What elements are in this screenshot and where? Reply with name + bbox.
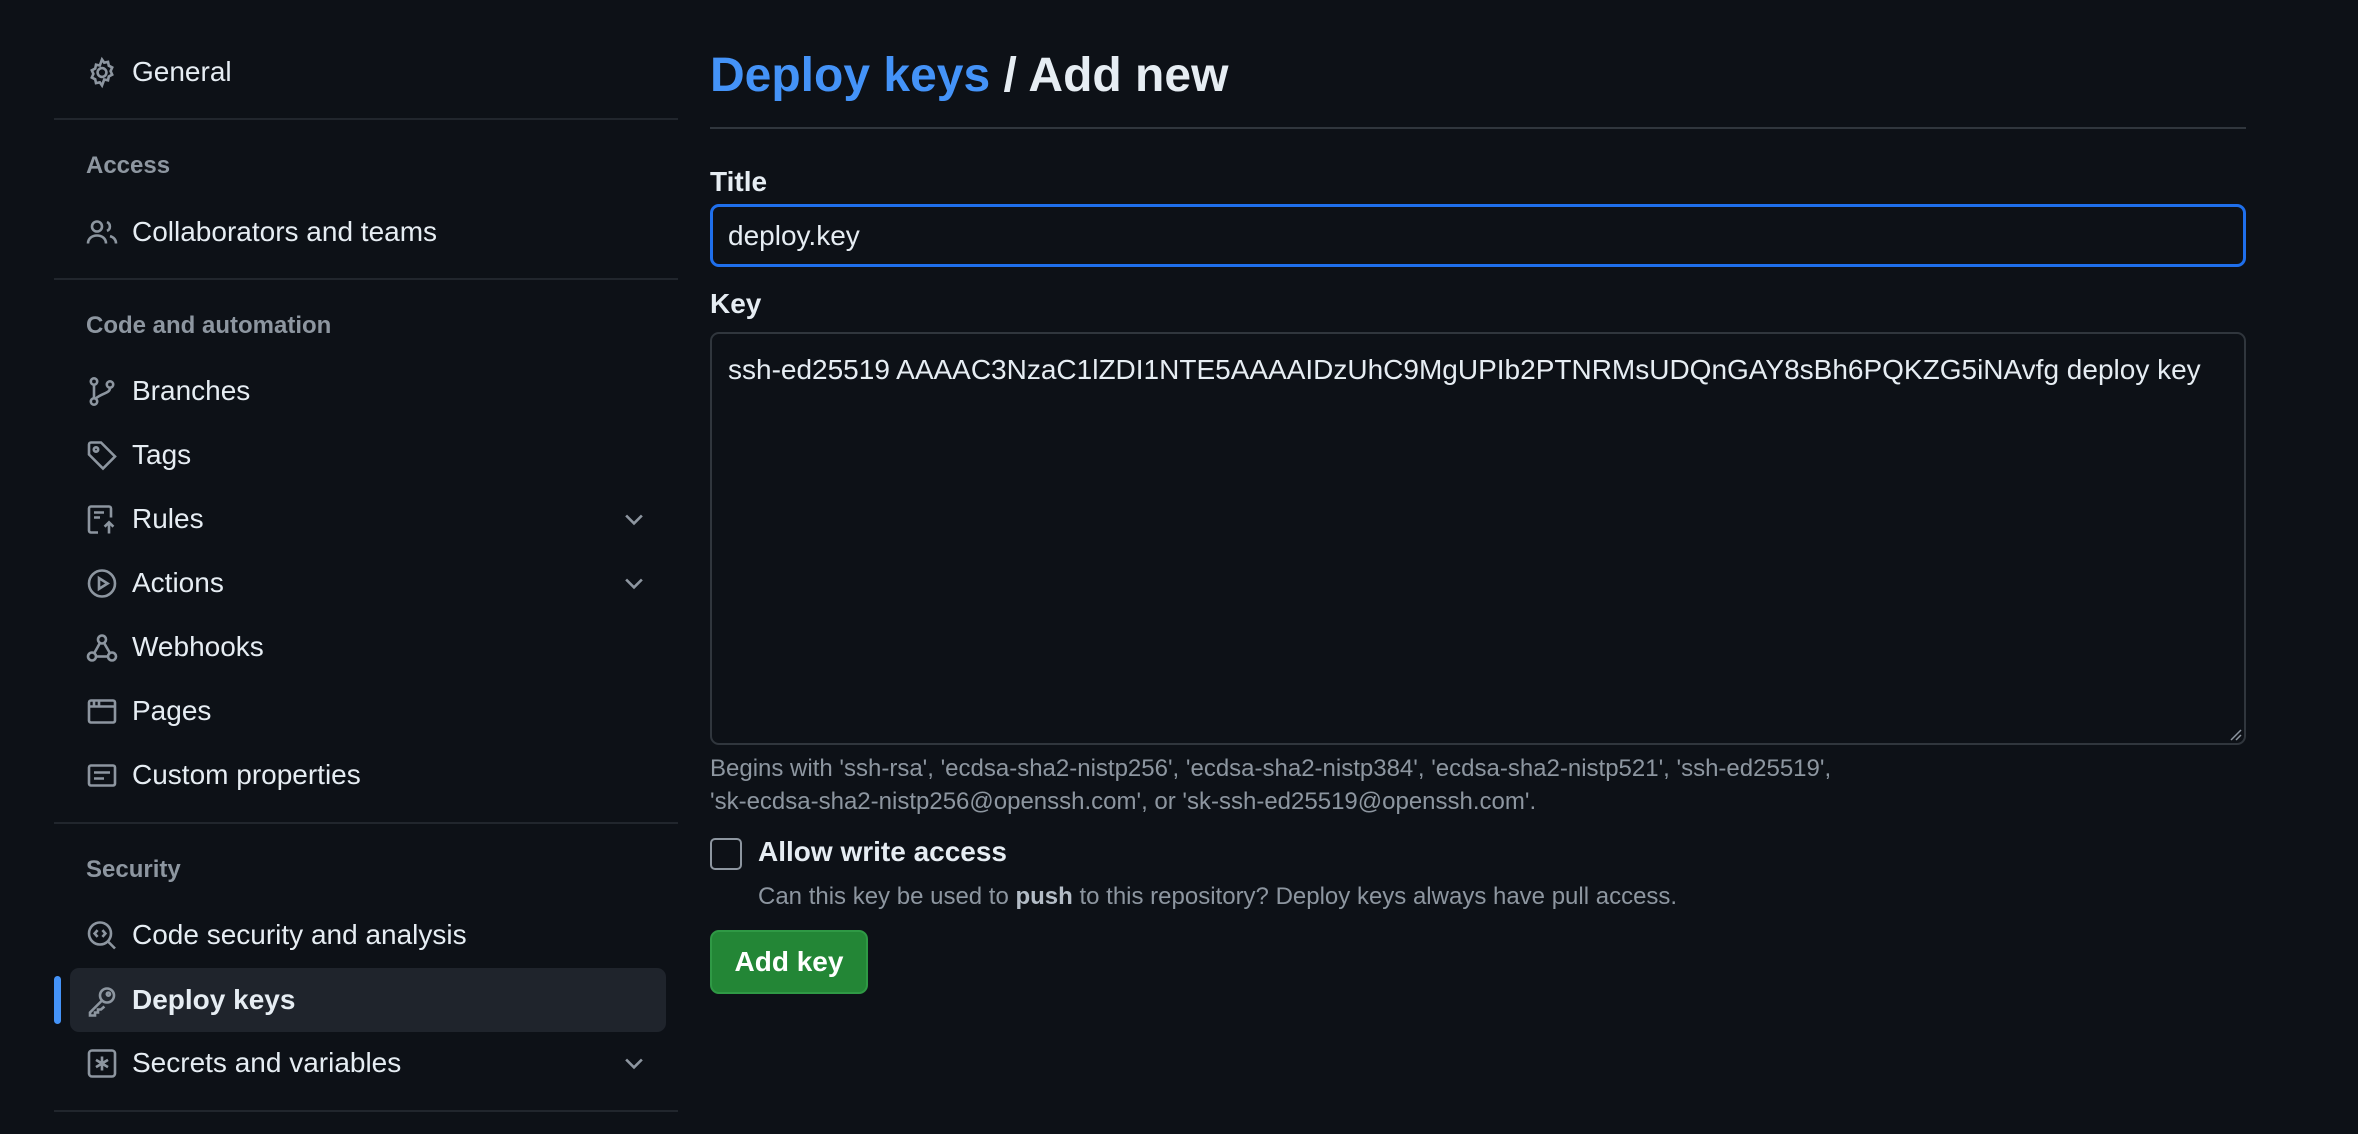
- selected-indicator: [54, 976, 61, 1024]
- main-content: Deploy keys / Add new Title Key ssh-ed25…: [710, 0, 2246, 1134]
- sidebar-item-branches[interactable]: Branches: [70, 359, 666, 423]
- browser-icon: [70, 695, 118, 727]
- page-title: Deploy keys / Add new: [710, 46, 1228, 106]
- play-icon: [70, 567, 118, 599]
- title-input[interactable]: [710, 204, 2246, 267]
- title-field-label: Title: [710, 166, 768, 197]
- write-access-desc-post: to this repository? Deploy keys always h…: [1072, 883, 1678, 910]
- rules-icon: [70, 503, 118, 535]
- section-heading-security: Security: [86, 856, 181, 883]
- asterisk-icon: [70, 1047, 118, 1079]
- tag-icon: [70, 439, 118, 471]
- sidebar-item-pages[interactable]: Pages: [70, 679, 666, 743]
- sidebar-item-label: Secrets and variables: [132, 1047, 402, 1078]
- settings-sidebar: General Access Collaborators and teams C…: [54, 0, 678, 1134]
- sidebar-item-secrets-variables[interactable]: Secrets and variables: [70, 1031, 666, 1095]
- add-key-button[interactable]: Add key: [710, 930, 868, 994]
- chevron-down-icon[interactable]: [620, 569, 648, 597]
- sidebar-item-actions[interactable]: Actions: [70, 551, 666, 615]
- allow-write-access-label[interactable]: Allow write access: [758, 836, 1007, 868]
- note-icon: [70, 759, 118, 791]
- key-help-text: Begins with 'ssh-rsa', 'ecdsa-sha2-nistp…: [710, 752, 2246, 818]
- section-heading-access: Access: [86, 152, 171, 179]
- write-access-desc-bold: push: [1015, 883, 1073, 910]
- sidebar-divider: [54, 1110, 678, 1112]
- sidebar-item-code-security[interactable]: Code security and analysis: [70, 903, 666, 967]
- title-divider: [710, 127, 2246, 129]
- allow-write-access-description: Can this key be used to push to this rep…: [758, 883, 1677, 911]
- sidebar-divider: [54, 118, 678, 120]
- key-help-line-1: Begins with 'ssh-rsa', 'ecdsa-sha2-nistp…: [710, 755, 1832, 782]
- people-icon: [70, 216, 118, 248]
- sidebar-item-label: General: [132, 56, 232, 87]
- sidebar-item-webhooks[interactable]: Webhooks: [70, 615, 666, 679]
- breadcrumb-deploy-keys-link[interactable]: Deploy keys: [710, 49, 990, 102]
- sidebar-item-label: Actions: [132, 567, 224, 598]
- sidebar-item-label: Rules: [132, 503, 204, 534]
- sidebar-item-label: Tags: [132, 439, 192, 470]
- key-textarea[interactable]: ssh-ed25519 AAAAC3NzaC1lZDI1NTE5AAAAIDzU…: [710, 332, 2246, 745]
- key-icon: [70, 984, 118, 1017]
- sidebar-item-rules[interactable]: Rules: [70, 487, 666, 551]
- key-help-line-2: 'sk-ecdsa-sha2-nistp256@openssh.com', or…: [710, 788, 1537, 815]
- section-heading-code-automation: Code and automation: [86, 312, 332, 339]
- write-access-desc-pre: Can this key be used to: [758, 883, 1016, 910]
- sidebar-item-label: Branches: [132, 375, 251, 406]
- sidebar-item-label: Collaborators and teams: [132, 216, 438, 247]
- settings-page: General Access Collaborators and teams C…: [0, 0, 2358, 1134]
- chevron-down-icon[interactable]: [620, 505, 648, 533]
- sidebar-item-general[interactable]: General: [70, 40, 666, 104]
- sidebar-item-collaborators[interactable]: Collaborators and teams: [70, 200, 666, 264]
- sidebar-item-tags[interactable]: Tags: [70, 423, 666, 487]
- key-field-label: Key: [710, 288, 762, 319]
- webhook-icon: [70, 631, 118, 663]
- codescan-icon: [70, 919, 118, 951]
- sidebar-item-custom-properties[interactable]: Custom properties: [70, 743, 666, 807]
- sidebar-item-deploy-keys[interactable]: Deploy keys: [70, 968, 666, 1032]
- sidebar-item-label: Code security and analysis: [132, 919, 467, 950]
- sidebar-item-label: Deploy keys: [132, 984, 296, 1015]
- resize-handle-icon[interactable]: [2228, 727, 2242, 741]
- allow-write-access-checkbox[interactable]: [710, 838, 742, 870]
- gear-icon: [70, 56, 118, 88]
- breadcrumb-separator: /: [1003, 49, 1017, 102]
- sidebar-item-label: Pages: [132, 695, 212, 726]
- breadcrumb-current: Add new: [1028, 49, 1229, 102]
- sidebar-divider: [54, 822, 678, 824]
- sidebar-item-label: Webhooks: [132, 631, 264, 662]
- chevron-down-icon[interactable]: [620, 1049, 648, 1077]
- sidebar-divider: [54, 278, 678, 280]
- sidebar-item-label: Custom properties: [132, 759, 361, 790]
- branch-icon: [70, 375, 118, 407]
